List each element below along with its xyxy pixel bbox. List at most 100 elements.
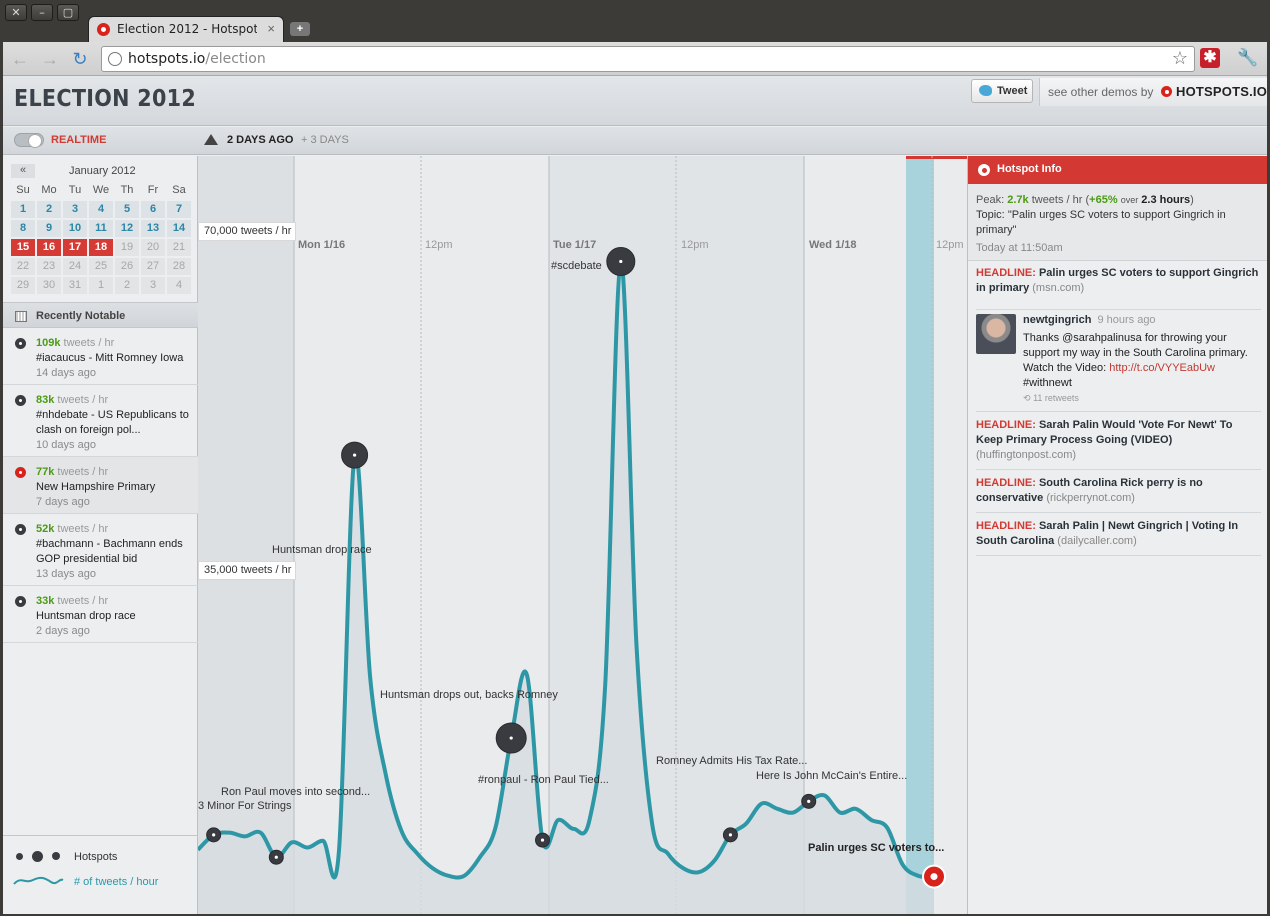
hotspot-label[interactable]: Huntsman drops out, backs Romney [380, 689, 558, 701]
wrench-icon[interactable]: 🔧 [1237, 48, 1258, 68]
calendar-day: 2 [114, 277, 140, 296]
hotspot-marker[interactable] [606, 246, 636, 276]
calendar-month: January 2012 [69, 165, 136, 177]
list-item[interactable]: 52k tweets / hr #bachmann - Bachmann end… [3, 514, 198, 586]
tweet-user[interactable]: newtgingrich 9 hours ago [1023, 313, 1156, 328]
retweet-label: 11 retweets [1033, 393, 1079, 403]
bookmark-star-icon[interactable]: ☆ [1172, 48, 1188, 69]
twitter-bird-icon [979, 85, 992, 96]
hotspot-label[interactable]: 3 Minor For Strings [198, 800, 292, 812]
calendar-day-number: 15 [11, 239, 35, 256]
avatar[interactable] [976, 314, 1016, 354]
headline-item[interactable]: HEADLINE: Sarah Palin Would 'Vote For Ne… [976, 418, 1261, 470]
headline-item[interactable]: HEADLINE: Palin urges SC voters to suppo… [976, 266, 1261, 310]
calendar-day[interactable]: 5 [114, 201, 140, 220]
topic-line: Topic: "Palin urges SC voters to support… [976, 208, 1259, 238]
url-text[interactable]: hotspots.io/election [128, 51, 266, 67]
realtime-label[interactable]: REALTIME [51, 134, 106, 146]
tweet-item[interactable]: newtgingrich 9 hours ago Thanks @sarahpal… [976, 310, 1261, 412]
calendar-day: 19 [114, 239, 140, 258]
tweet-button[interactable]: Tweet [971, 79, 1033, 103]
hotspot-label[interactable]: Ron Paul moves into second... [221, 786, 370, 798]
tweet-volume-chart[interactable]: Mon 1/16 12pm Tue 1/17 12pm Wed 1/18 12p… [198, 156, 967, 914]
realtime-toggle[interactable] [14, 133, 44, 148]
tab-close-icon[interactable]: × [267, 21, 275, 36]
calendar-day[interactable]: 8 [10, 220, 36, 239]
calendar-day[interactable]: 16 [36, 239, 62, 258]
hotspot-label[interactable]: Palin urges SC voters to... [808, 842, 944, 854]
address-bar[interactable]: hotspots.io/election ☆ [101, 46, 1195, 72]
calendar-day[interactable]: 2 [36, 201, 62, 220]
calendar-day[interactable]: 10 [62, 220, 88, 239]
reload-icon[interactable]: ↻ [69, 48, 91, 70]
calendar-day[interactable]: 11 [88, 220, 114, 239]
calendar-icon [15, 311, 27, 322]
list-item[interactable]: 83k tweets / hr #nhdebate - US Republica… [3, 385, 198, 457]
calendar-day[interactable]: 3 [62, 201, 88, 220]
y-axis-label: 70,000 tweets / hr [198, 222, 296, 241]
range-label[interactable]: 2 DAYS AGO [227, 134, 293, 146]
calendar-weekday: Mo [41, 184, 57, 196]
hotspot-marker[interactable] [722, 827, 738, 843]
active-hotspot-marker[interactable] [922, 864, 946, 889]
calendar-day[interactable]: 18 [88, 239, 114, 258]
calendar-prev-button[interactable]: « [11, 164, 35, 178]
x-axis-label: 12pm [681, 239, 709, 251]
calendar-day[interactable]: 13 [140, 220, 166, 239]
peak-over: over [1120, 195, 1139, 205]
hotspot-marker[interactable] [341, 441, 369, 469]
hotspot-marker[interactable] [535, 832, 551, 848]
headline-item[interactable]: HEADLINE: Sarah Palin | Newt Gingrich | … [976, 519, 1261, 556]
window-minimize-button[interactable]: – [31, 4, 53, 21]
tweet-link[interactable]: http://t.co/VYYEabUw [1109, 362, 1215, 374]
recently-notable-title: Recently Notable [36, 310, 126, 322]
hotspot-label[interactable]: #ronpaul - Ron Paul Tied... [478, 774, 609, 786]
calendar-day[interactable]: 14 [166, 220, 192, 239]
extension-icon[interactable]: ✱ [1200, 48, 1220, 68]
browser-tab[interactable]: Election 2012 - Hotspots.io × [88, 16, 284, 42]
other-demos-link[interactable]: see other demos by HOTSPOTS.IO [1039, 78, 1267, 106]
calendar-day-number: 30 [37, 277, 61, 294]
calendar-day[interactable]: 9 [36, 220, 62, 239]
calendar-day[interactable]: 15 [10, 239, 36, 258]
list-item[interactable]: 33k tweets / hr Huntsman drop race 2 day… [3, 586, 198, 643]
window-close-button[interactable]: ✕ [5, 4, 27, 21]
hotspot-marker[interactable] [801, 793, 817, 809]
calendar-day[interactable]: 7 [166, 201, 192, 220]
hotspot-marker[interactable] [495, 722, 527, 754]
new-tab-button[interactable]: + [290, 22, 310, 36]
calendar-day[interactable]: 6 [140, 201, 166, 220]
item-ago: 7 days ago [36, 496, 90, 508]
calendar-day-number: 24 [63, 258, 87, 275]
range-more-link[interactable]: + 3 DAYS [301, 134, 349, 146]
line-legend-icon [13, 876, 64, 885]
browser-toolbar: ← → ↻ hotspots.io/election ☆ ✱ 🔧 [3, 42, 1267, 76]
hotspot-marker[interactable] [206, 827, 222, 843]
calendar-day[interactable]: 17 [62, 239, 88, 258]
calendar-day[interactable]: 12 [114, 220, 140, 239]
back-arrow-icon[interactable]: ← [9, 48, 31, 70]
hotspot-label[interactable]: Huntsman drop race [272, 544, 372, 556]
headline-item[interactable]: HEADLINE: South Carolina Rick perry is n… [976, 476, 1261, 513]
calendar-day[interactable]: 1 [10, 201, 36, 220]
hotspot-label[interactable]: Here Is John McCain's Entire... [756, 770, 907, 782]
forward-arrow-icon[interactable]: → [39, 48, 61, 70]
tweet-hashtag[interactable]: #withnewt [1023, 376, 1261, 391]
window-maximize-button[interactable]: ▢ [57, 4, 79, 21]
hotspot-marker[interactable] [268, 849, 284, 865]
calendar-day-number: 14 [167, 220, 191, 237]
calendar-day-number: 4 [89, 201, 113, 218]
hotspot-info-header: Hotspot Info [968, 156, 1267, 184]
hotspot-label[interactable]: #scdebate [551, 260, 602, 272]
list-item[interactable]: 109k tweets / hr #iacaucus - Mitt Romney… [3, 328, 198, 385]
hotspot-label[interactable]: Romney Admits His Tax Rate... [656, 755, 807, 767]
peak-duration: 2.3 hours [1141, 194, 1191, 206]
calendar-day[interactable]: 4 [88, 201, 114, 220]
tweet-username[interactable]: newtgingrich [1023, 314, 1091, 326]
calendar-day: 30 [36, 277, 62, 296]
calendar-day: 21 [166, 239, 192, 258]
list-item[interactable]: 77k tweets / hr New Hampshire Primary 7 … [3, 457, 198, 514]
x-axis-label: Wed 1/18 [809, 239, 857, 251]
peak-change: +65% [1089, 194, 1118, 206]
calendar-day: 23 [36, 258, 62, 277]
